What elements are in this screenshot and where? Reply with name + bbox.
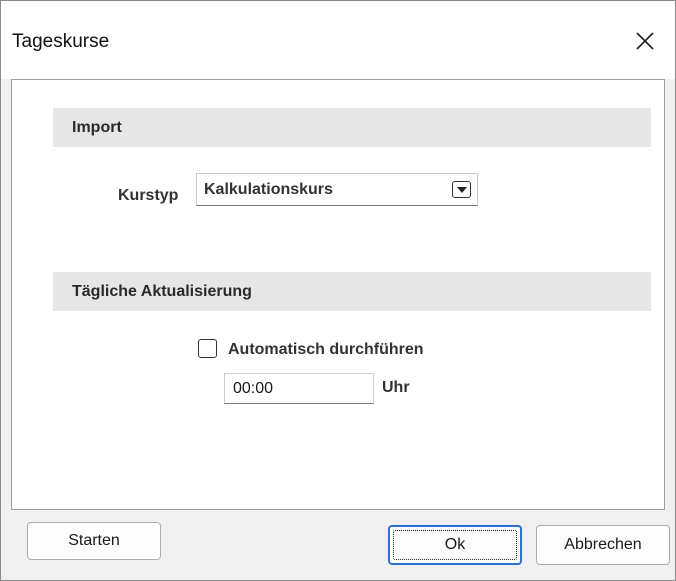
- start-button-label: Starten: [68, 532, 120, 549]
- title-bar: Tageskurse: [1, 1, 675, 79]
- cancel-button[interactable]: Abbrechen: [536, 525, 670, 565]
- ok-button[interactable]: Ok: [388, 525, 522, 565]
- ok-button-label: Ok: [444, 536, 466, 553]
- content-panel: Import Kurstyp Kalkulationskurs Tägliche…: [11, 79, 665, 510]
- kurstyp-selected-value: Kalkulationskurs: [204, 181, 333, 198]
- chevron-down-icon[interactable]: [452, 181, 471, 198]
- cancel-button-label: Abbrechen: [564, 536, 642, 553]
- dialog-window: Tageskurse Import Kurstyp Kalkulationsku…: [0, 0, 676, 581]
- daily-update-section-header: Tägliche Aktualisierung: [53, 272, 651, 311]
- start-button[interactable]: Starten: [27, 522, 161, 560]
- close-button[interactable]: [627, 23, 663, 59]
- time-input[interactable]: [224, 373, 374, 404]
- close-icon: [636, 32, 654, 50]
- kurstyp-label: Kurstyp: [118, 187, 179, 204]
- auto-update-checkbox[interactable]: [198, 339, 217, 358]
- kurstyp-dropdown[interactable]: Kalkulationskurs: [196, 173, 478, 206]
- window-title: Tageskurse: [12, 31, 110, 52]
- time-unit-label: Uhr: [382, 379, 410, 396]
- auto-update-label[interactable]: Automatisch durchführen: [228, 341, 424, 359]
- import-section-header: Import: [53, 108, 651, 147]
